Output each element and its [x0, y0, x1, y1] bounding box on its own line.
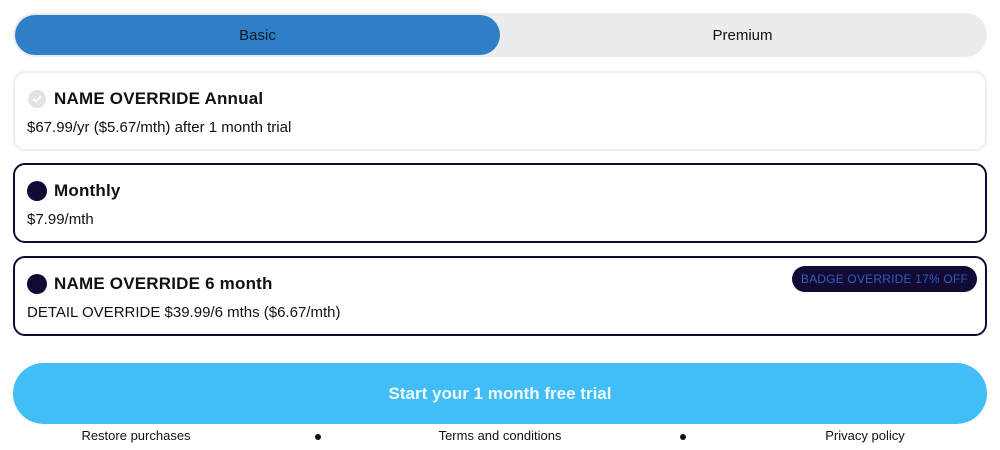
tab-basic-label: Basic	[239, 26, 276, 44]
plan-name-row: NAME OVERRIDE 6 month	[27, 272, 273, 296]
footer-links: Restore purchases Terms and conditions P…	[0, 428, 1000, 446]
radio-icon	[27, 181, 47, 201]
plan-name: Monthly	[54, 181, 121, 200]
tab-basic[interactable]: Basic	[15, 15, 500, 55]
tab-premium-label: Premium	[712, 26, 773, 44]
plan-name-row: NAME OVERRIDE Annual	[27, 87, 263, 111]
plan-name-row: Monthly	[27, 179, 121, 203]
separator-dot-icon	[680, 434, 686, 440]
plan-tier-tabs: Basic Premium	[13, 13, 987, 57]
plan-price-detail: $7.99/mth	[27, 211, 94, 228]
check-circle-icon	[28, 90, 46, 108]
discount-badge: BADGE OVERRIDE 17% OFF	[791, 266, 977, 292]
start-trial-button[interactable]: Start your 1 month free trial	[13, 363, 987, 424]
terms-link[interactable]: Terms and conditions	[439, 428, 562, 443]
separator-dot-icon	[315, 434, 321, 440]
plan-price-detail: $67.99/yr ($5.67/mth) after 1 month tria…	[27, 119, 292, 136]
plan-option-annual[interactable]: NAME OVERRIDE Annual $67.99/yr ($5.67/mt…	[13, 71, 987, 151]
start-trial-label: Start your 1 month free trial	[388, 383, 612, 403]
radio-icon	[27, 274, 47, 294]
plan-option-monthly[interactable]: Monthly $7.99/mth	[13, 163, 987, 243]
plan-name: NAME OVERRIDE 6 month	[54, 274, 273, 293]
restore-purchases-link[interactable]: Restore purchases	[81, 428, 190, 443]
privacy-policy-link[interactable]: Privacy policy	[825, 428, 904, 443]
plan-name: NAME OVERRIDE Annual	[54, 89, 264, 108]
paywall-screen: Basic Premium NAME OVERRIDE Annual $67.9…	[0, 0, 1000, 450]
tab-premium[interactable]: Premium	[500, 15, 985, 55]
plan-option-6-month[interactable]: NAME OVERRIDE 6 month DETAIL OVERRIDE $3…	[13, 256, 987, 336]
plan-price-detail: DETAIL OVERRIDE $39.99/6 mths ($6.67/mth…	[27, 304, 341, 321]
